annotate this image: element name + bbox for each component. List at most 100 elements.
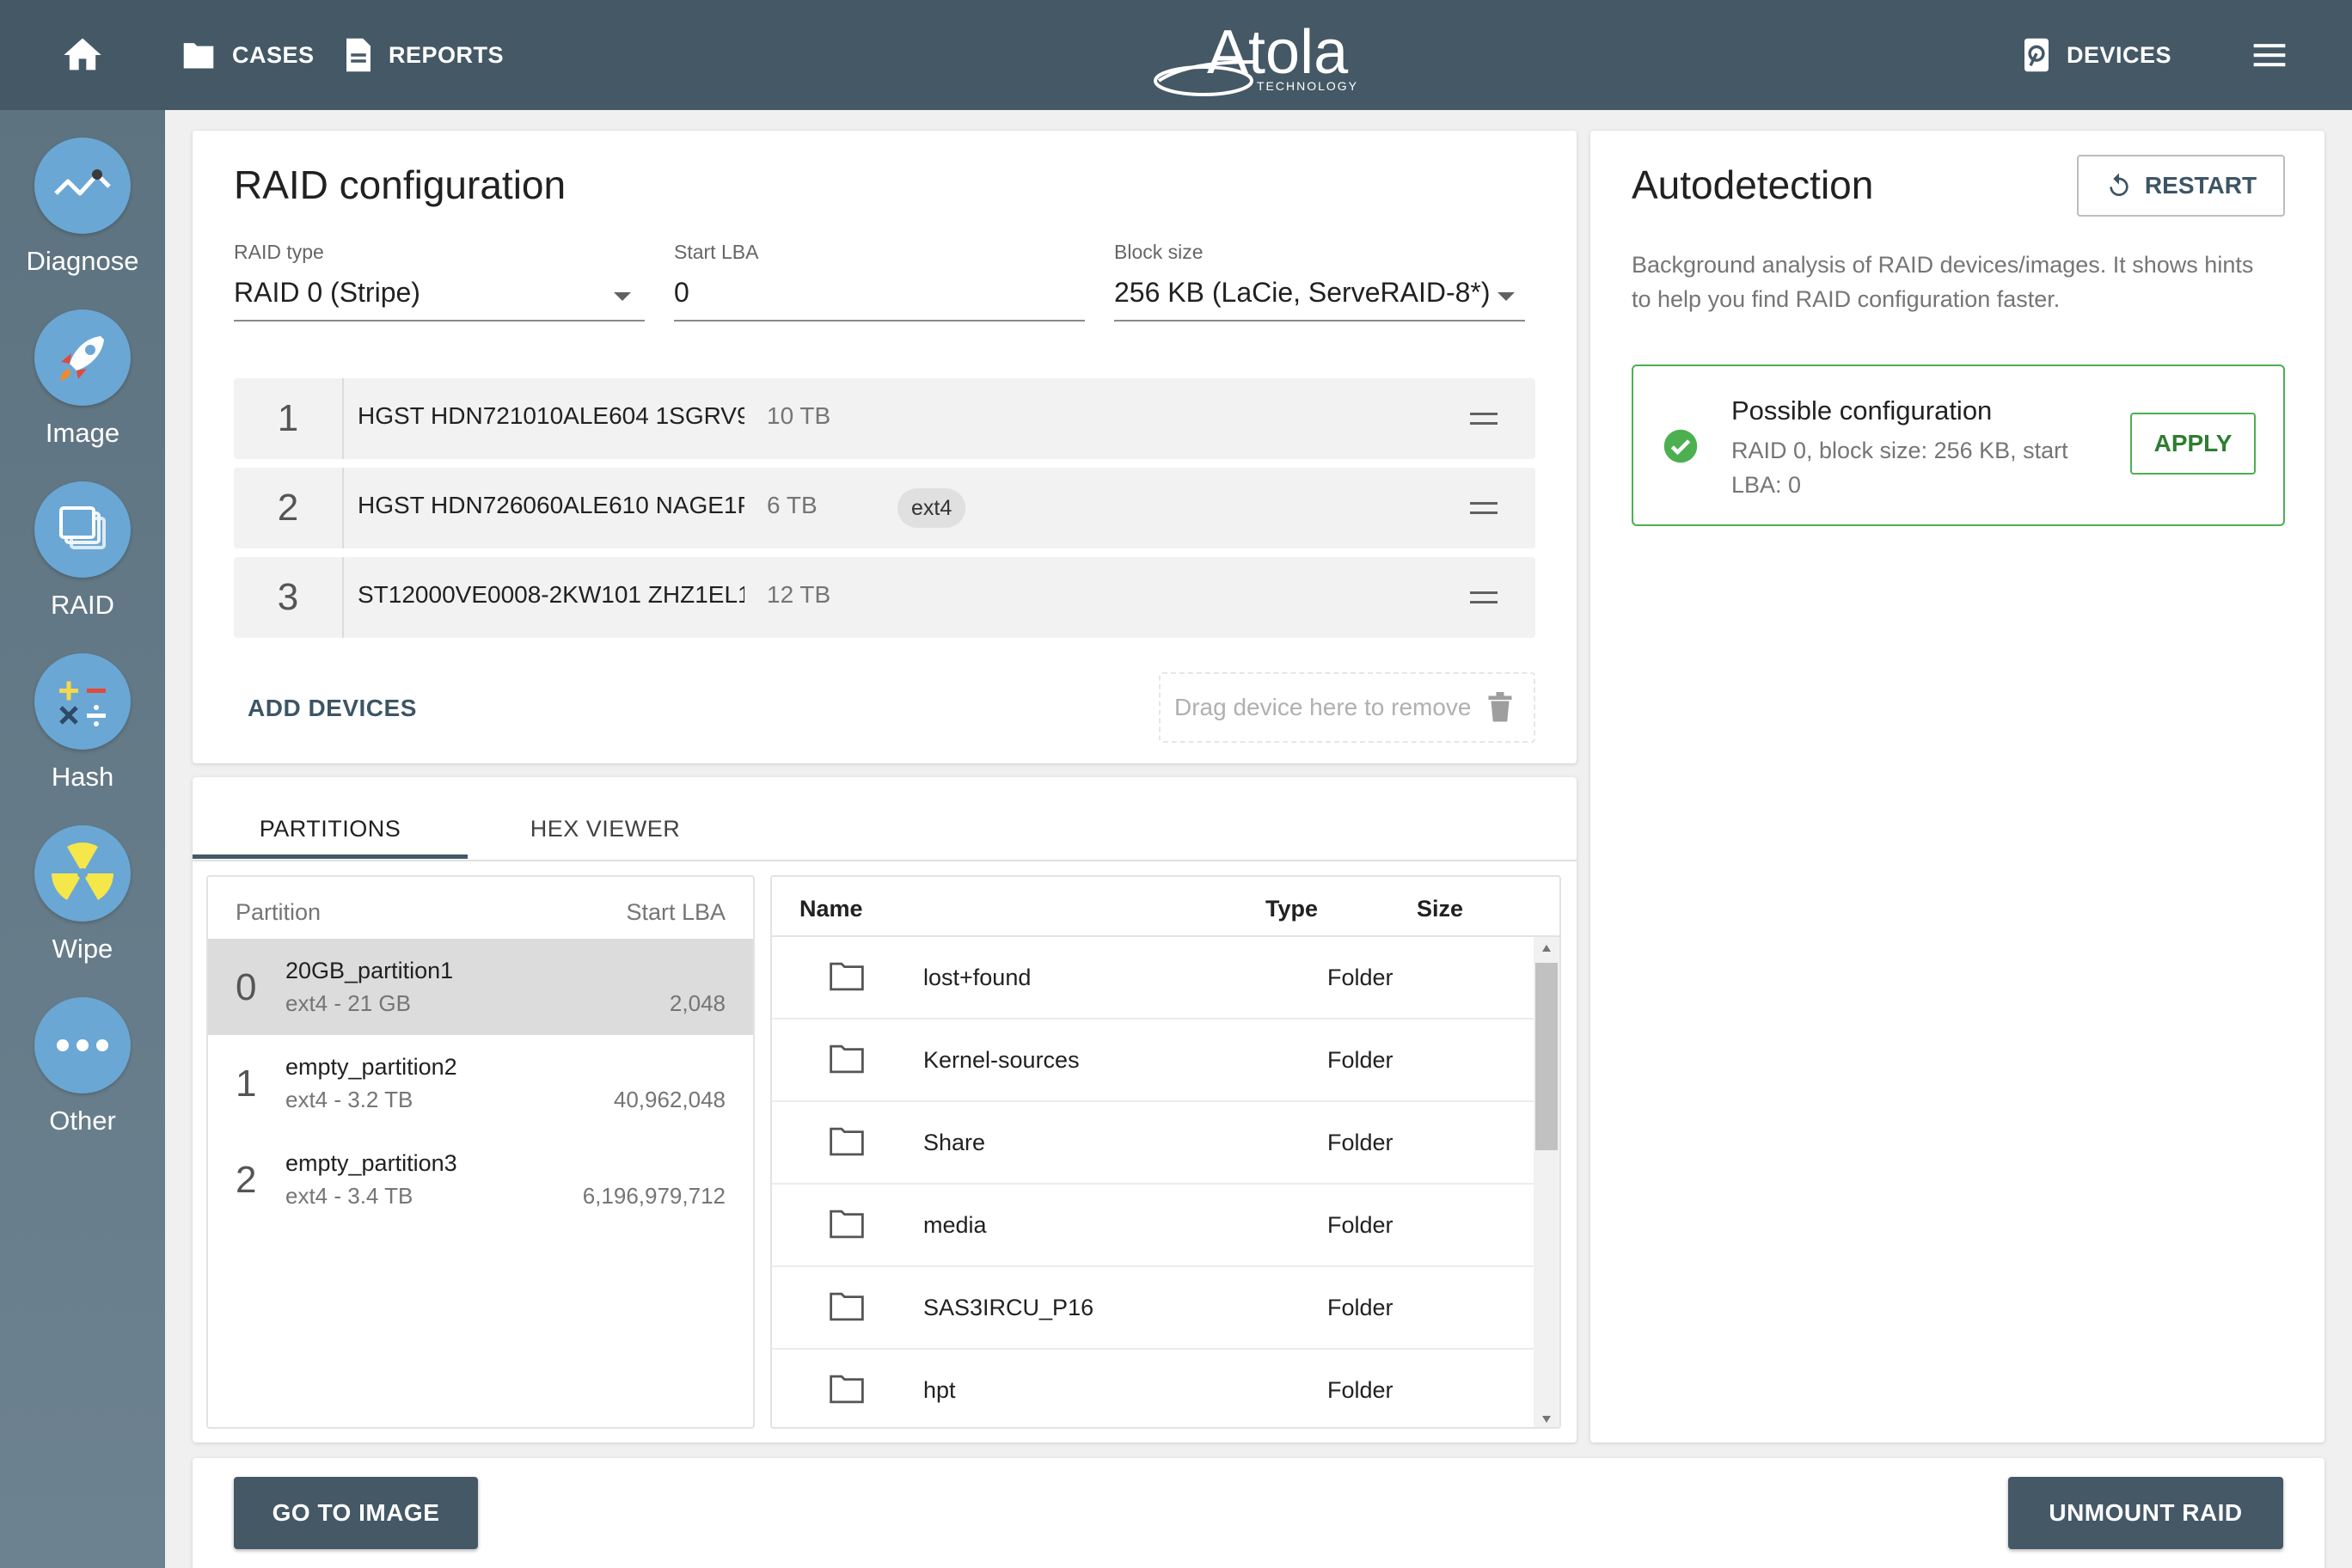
sidebar-item-label: Hash bbox=[51, 762, 114, 792]
drag-handle-icon[interactable] bbox=[1470, 502, 1498, 514]
logo-text: Atola bbox=[1207, 18, 1349, 87]
partition-index: 1 bbox=[236, 1063, 257, 1105]
home-icon[interactable] bbox=[60, 33, 105, 77]
add-devices-button[interactable]: ADD DEVICES bbox=[248, 695, 417, 722]
file-name: lost+found bbox=[923, 965, 1032, 990]
remove-device-drop-zone[interactable]: Drag device here to remove bbox=[1159, 672, 1535, 743]
tab-hex-viewer[interactable]: HEX VIEWER bbox=[468, 798, 743, 860]
file-row[interactable]: Kernel-sources Folder bbox=[772, 1020, 1537, 1102]
partition-row[interactable]: 1 empty_partition2 ext4 - 3.2 TB 40,962,… bbox=[208, 1035, 753, 1131]
block-size-label: Block size bbox=[1114, 241, 1204, 263]
autodetection-card: Autodetection RESTART Background analysi… bbox=[1590, 131, 2324, 1442]
math-operators-icon bbox=[34, 653, 131, 750]
diagnose-icon bbox=[34, 138, 131, 234]
file-row[interactable]: media Folder bbox=[772, 1185, 1537, 1267]
sidebar-item-hash[interactable]: Hash bbox=[0, 653, 165, 793]
raid-configuration-card: RAID configuration RAID type RAID 0 (Str… bbox=[193, 131, 1577, 763]
raid-type-value: RAID 0 (Stripe) bbox=[234, 277, 420, 308]
folder-outline-icon bbox=[830, 1044, 864, 1074]
raid-type-label: RAID type bbox=[234, 241, 324, 263]
drag-handle-icon[interactable] bbox=[1470, 413, 1498, 425]
start-lba-value: 0 bbox=[674, 277, 689, 308]
nav-reports-label: REPORTS bbox=[389, 41, 505, 68]
file-name: Kernel-sources bbox=[923, 1047, 1080, 1073]
file-row[interactable]: SAS3IRCU_P16 Folder bbox=[772, 1267, 1537, 1350]
file-type: Folder bbox=[1327, 1212, 1393, 1238]
sidebar-item-label: Image bbox=[45, 418, 120, 448]
restart-icon bbox=[2110, 173, 2128, 196]
raid-stack-icon bbox=[34, 481, 131, 578]
device-row[interactable]: 1 HGST HDN721010ALE604 1SGRV9U 10 TB bbox=[234, 378, 1535, 459]
field-underline bbox=[234, 320, 645, 322]
column-header-partition: Partition bbox=[236, 899, 322, 925]
scrollbar-thumb[interactable] bbox=[1535, 963, 1558, 1150]
folder-outline-icon bbox=[830, 1210, 864, 1239]
device-name: HGST HDN721010ALE604 1SGRV9U bbox=[358, 402, 744, 429]
nav-cases-label: CASES bbox=[232, 41, 315, 68]
file-row[interactable]: hpt Folder bbox=[772, 1350, 1537, 1427]
folder-icon bbox=[183, 43, 214, 69]
file-type: Folder bbox=[1327, 1295, 1393, 1320]
sidebar-item-diagnose[interactable]: Diagnose bbox=[0, 138, 165, 277]
field-underline bbox=[674, 320, 1085, 322]
rocket-icon bbox=[34, 309, 131, 406]
file-list-scrollbar[interactable] bbox=[1534, 937, 1559, 1427]
file-row[interactable]: lost+found Folder bbox=[772, 937, 1537, 1020]
sidebar-item-wipe[interactable]: Wipe bbox=[0, 825, 165, 965]
nav-devices-label: DEVICES bbox=[2067, 41, 2172, 68]
device-order-number: 3 bbox=[234, 557, 344, 638]
hamburger-menu-icon[interactable] bbox=[2251, 36, 2288, 74]
folder-outline-icon bbox=[830, 962, 864, 991]
file-type: Folder bbox=[1327, 965, 1393, 990]
scroll-up-arrow-icon[interactable] bbox=[1541, 944, 1552, 952]
device-order-number: 1 bbox=[234, 378, 344, 459]
scroll-down-arrow-icon[interactable] bbox=[1541, 1415, 1552, 1424]
apply-button[interactable]: APPLY bbox=[2130, 413, 2256, 475]
column-header-name: Name bbox=[799, 896, 863, 922]
partition-row[interactable]: 2 empty_partition3 ext4 - 3.4 TB 6,196,9… bbox=[208, 1131, 753, 1228]
nav-cases[interactable]: CASES bbox=[181, 31, 315, 79]
nav-reports[interactable]: REPORTS bbox=[344, 31, 504, 79]
sidebar-item-label: RAID bbox=[50, 590, 115, 620]
sidebar-item-image[interactable]: Image bbox=[0, 309, 165, 449]
sidebar-item-label: Diagnose bbox=[26, 246, 139, 276]
restart-label: RESTART bbox=[2144, 172, 2257, 199]
drop-zone-text: Drag device here to remove bbox=[1174, 694, 1472, 720]
file-type: Folder bbox=[1327, 1377, 1393, 1403]
restart-button[interactable]: RESTART bbox=[2077, 155, 2285, 217]
folder-outline-icon bbox=[830, 1127, 864, 1156]
partition-name: 20GB_partition1 bbox=[285, 958, 454, 983]
sidebar-item-label: Other bbox=[49, 1106, 116, 1136]
partition-name: empty_partition2 bbox=[285, 1054, 457, 1080]
device-order-number: 2 bbox=[234, 468, 344, 548]
column-header-type: Type bbox=[1265, 896, 1319, 922]
partition-row[interactable]: 0 20GB_partition1 ext4 - 21 GB 2,048 bbox=[208, 939, 753, 1035]
device-size: 12 TB bbox=[767, 581, 831, 608]
more-dots-icon bbox=[34, 997, 131, 1093]
file-row[interactable]: Share Folder bbox=[772, 1102, 1537, 1185]
device-size: 6 TB bbox=[767, 492, 818, 518]
go-to-image-button[interactable]: GO TO IMAGE bbox=[234, 1477, 478, 1549]
nav-devices[interactable]: DEVICES bbox=[2022, 31, 2171, 79]
file-name: hpt bbox=[923, 1377, 956, 1403]
tab-divider bbox=[193, 860, 1577, 861]
sidebar-item-raid[interactable]: RAID bbox=[0, 481, 165, 621]
partition-list-panel: Partition Start LBA 0 20GB_partition1 ex… bbox=[206, 875, 755, 1429]
device-row[interactable]: 2 HGST HDN726060ALE610 NAGE1P 6 TB ext4 bbox=[234, 468, 1535, 548]
partition-start-lba: 6,196,979,712 bbox=[582, 1183, 726, 1209]
sidebar-item-other[interactable]: Other bbox=[0, 997, 165, 1136]
file-name: media bbox=[923, 1212, 987, 1238]
bottom-action-bar: GO TO IMAGE UNMOUNT RAID bbox=[193, 1458, 2324, 1568]
device-size: 10 TB bbox=[767, 402, 831, 429]
device-row[interactable]: 3 ST12000VE0008-2KW101 ZHZ1EL1 12 TB bbox=[234, 557, 1535, 638]
unmount-raid-button[interactable]: UNMOUNT RAID bbox=[2008, 1477, 2283, 1549]
top-bar: CASES REPORTS Atola TECHNOLOGY DEVICES bbox=[0, 0, 2352, 110]
dropdown-caret-icon bbox=[614, 292, 631, 301]
suggestion-text: RAID 0, block size: 256 KB, start LBA: 0 bbox=[1731, 438, 2068, 498]
hard-drive-icon bbox=[2024, 38, 2049, 72]
tab-partitions[interactable]: PARTITIONS bbox=[193, 798, 468, 860]
atola-logo: Atola TECHNOLOGY bbox=[1152, 14, 1367, 100]
block-size-value: 256 KB (LaCie, ServeRAID-8*) bbox=[1114, 277, 1491, 308]
folder-outline-icon bbox=[830, 1375, 864, 1404]
drag-handle-icon[interactable] bbox=[1470, 591, 1498, 603]
